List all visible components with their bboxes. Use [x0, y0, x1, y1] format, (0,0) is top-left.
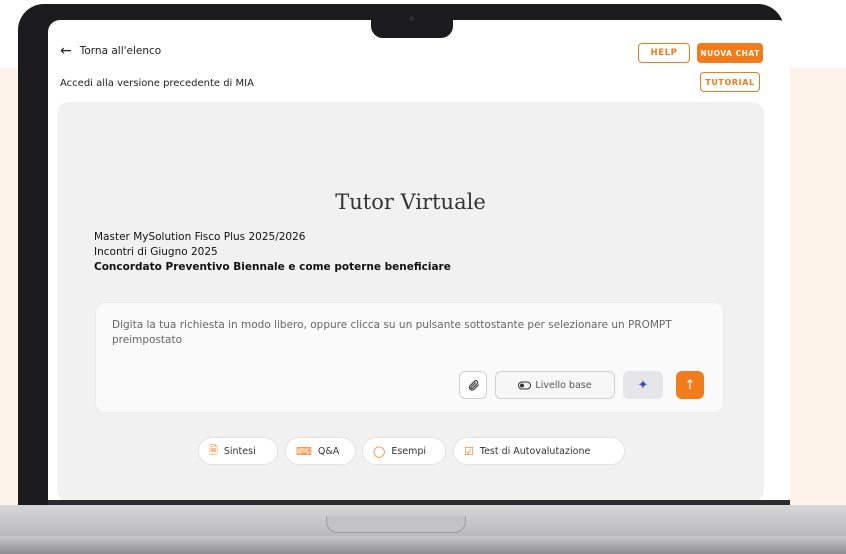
tutorial-button[interactable]: TUTORIAL: [700, 72, 760, 92]
chat-bubbles-icon: ⌨: [296, 444, 312, 458]
arrow-left-icon: ←: [60, 43, 72, 59]
prompt-input-card[interactable]: Digita la tua richiesta in modo libero, …: [95, 302, 724, 413]
checklist-icon: ☑: [464, 444, 474, 458]
course-info: Master MySolution Fisco Plus 2025/2026 I…: [94, 230, 451, 275]
chip-label: Q&A: [317, 445, 340, 457]
course-topic: Concordato Preventivo Biennale e come po…: [94, 261, 451, 273]
laptop-hinge-notch: [326, 516, 466, 533]
paperclip-icon: [468, 379, 479, 391]
previous-version-link[interactable]: Accedi alla versione precedente di MIA: [60, 78, 254, 89]
camera-notch: [371, 8, 453, 38]
app-screen: ← Torna all'elenco Accedi alla versione …: [48, 20, 790, 500]
ai-enhance-button[interactable]: ✦: [623, 371, 663, 399]
sparkle-icon: ✦: [637, 377, 649, 393]
level-label: Livello base: [535, 379, 592, 391]
chat-panel: Tutor Virtuale Master MySolution Fisco P…: [57, 102, 764, 500]
back-to-list-link[interactable]: ← Torna all'elenco: [60, 43, 162, 59]
toggle-icon: [518, 381, 532, 389]
document-icon: 🗎: [209, 443, 218, 457]
new-chat-button[interactable]: NUOVA CHAT: [697, 43, 763, 63]
course-session: Incontri di Giugno 2025: [94, 246, 218, 258]
level-selector[interactable]: Livello base: [495, 371, 615, 399]
send-button[interactable]: ↑: [676, 371, 704, 399]
chip-label: Test di Autovalutazione: [479, 445, 591, 457]
attach-button[interactable]: [459, 371, 487, 399]
back-link-label: Torna all'elenco: [79, 45, 162, 57]
lightbulb-icon: ◯: [373, 444, 386, 458]
chip-label: Sintesi: [223, 445, 256, 457]
chip-label: Esempi: [391, 445, 427, 457]
arrow-up-icon: ↑: [684, 377, 696, 393]
course-name: Master MySolution Fisco Plus 2025/2026: [94, 231, 306, 243]
laptop-base-edge: [0, 536, 846, 554]
camera-dot: [409, 16, 414, 21]
prompt-chip-sintesi[interactable]: 🗎 Sintesi: [198, 437, 278, 465]
prompt-chip-test[interactable]: ☑ Test di Autovalutazione: [453, 437, 625, 465]
prompt-chip-qa[interactable]: ⌨ Q&A: [285, 437, 356, 465]
page-title: Tutor Virtuale: [335, 190, 486, 214]
prompt-input-placeholder[interactable]: Digita la tua richiesta in modo libero, …: [112, 318, 702, 348]
prompt-chip-esempi[interactable]: ◯ Esempi: [362, 437, 446, 465]
laptop-frame: ← Torna all'elenco Accedi alla versione …: [18, 4, 790, 514]
help-button[interactable]: HELP: [638, 43, 690, 63]
